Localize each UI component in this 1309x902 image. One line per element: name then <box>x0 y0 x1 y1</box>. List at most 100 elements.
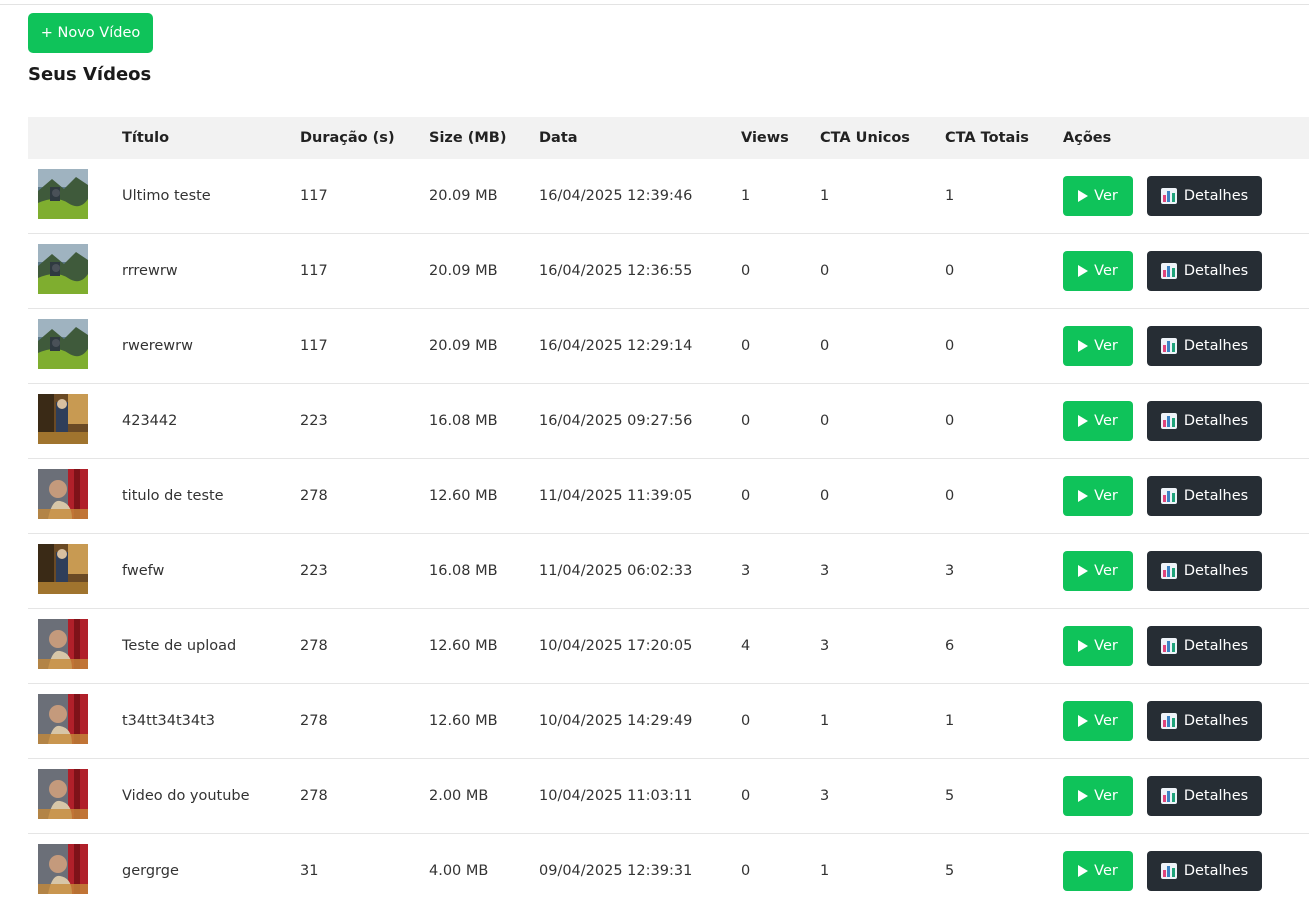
view-button[interactable]: Ver <box>1063 251 1133 291</box>
view-button[interactable]: Ver <box>1063 401 1133 441</box>
video-date: 10/04/2025 14:29:49 <box>539 713 693 729</box>
play-icon <box>1078 565 1089 577</box>
video-cta-total: 0 <box>945 263 955 279</box>
details-button[interactable]: Detalhes <box>1147 626 1262 666</box>
bar-chart-icon <box>1160 413 1177 429</box>
video-duration: 117 <box>300 338 328 354</box>
top-divider <box>0 4 1309 5</box>
view-button[interactable]: Ver <box>1063 851 1133 891</box>
video-views: 0 <box>741 713 751 729</box>
play-icon <box>1078 865 1089 877</box>
details-button-label: Detalhes <box>1183 563 1249 579</box>
details-button[interactable]: Detalhes <box>1147 176 1262 216</box>
video-date: 16/04/2025 12:29:14 <box>539 338 693 354</box>
video-cta-unique: 0 <box>820 338 830 354</box>
bar-chart-icon <box>1160 338 1177 354</box>
video-duration: 278 <box>300 713 328 729</box>
details-button[interactable]: Detalhes <box>1147 476 1262 516</box>
play-icon <box>1078 340 1089 352</box>
video-thumbnail <box>38 169 88 219</box>
video-date: 09/04/2025 12:39:31 <box>539 863 693 879</box>
view-button-label: Ver <box>1094 488 1118 504</box>
view-button[interactable]: Ver <box>1063 176 1133 216</box>
view-button-label: Ver <box>1094 788 1118 804</box>
details-button-label: Detalhes <box>1183 413 1249 429</box>
bar-chart-icon <box>1160 638 1177 654</box>
details-button[interactable]: Detalhes <box>1147 401 1262 441</box>
table-row: titulo de teste 278 12.60 MB 11/04/2025 … <box>28 459 1309 534</box>
video-date: 10/04/2025 17:20:05 <box>539 638 693 654</box>
details-button[interactable]: Detalhes <box>1147 851 1262 891</box>
play-icon <box>1078 265 1089 277</box>
video-views: 0 <box>741 863 751 879</box>
video-cta-total: 0 <box>945 488 955 504</box>
video-size: 12.60 MB <box>429 713 498 729</box>
video-cta-unique: 1 <box>820 713 830 729</box>
video-size: 20.09 MB <box>429 188 498 204</box>
bar-chart-icon <box>1160 488 1177 504</box>
play-icon <box>1078 790 1089 802</box>
video-title: rwerewrw <box>122 338 193 354</box>
video-size: 20.09 MB <box>429 338 498 354</box>
video-views: 0 <box>741 413 751 429</box>
details-button[interactable]: Detalhes <box>1147 776 1262 816</box>
table-row: Ultimo teste 117 20.09 MB 16/04/2025 12:… <box>28 159 1309 234</box>
video-views: 0 <box>741 788 751 804</box>
video-date: 11/04/2025 11:39:05 <box>539 488 693 504</box>
view-button[interactable]: Ver <box>1063 626 1133 666</box>
table-row: fwefw 223 16.08 MB 11/04/2025 06:02:33 3… <box>28 534 1309 609</box>
video-cta-total: 6 <box>945 638 955 654</box>
video-duration: 278 <box>300 488 328 504</box>
video-size: 4.00 MB <box>429 863 489 879</box>
video-cta-total: 5 <box>945 788 955 804</box>
video-date: 16/04/2025 12:39:46 <box>539 188 693 204</box>
table-row: rrrewrw 117 20.09 MB 16/04/2025 12:36:55… <box>28 234 1309 309</box>
video-cta-unique: 3 <box>820 638 830 654</box>
table-row: t34tt34t34t3 278 12.60 MB 10/04/2025 14:… <box>28 684 1309 759</box>
details-button[interactable]: Detalhes <box>1147 251 1262 291</box>
table-row: 423442 223 16.08 MB 16/04/2025 09:27:56 … <box>28 384 1309 459</box>
bar-chart-icon <box>1160 563 1177 579</box>
video-cta-unique: 3 <box>820 788 830 804</box>
video-thumbnail <box>38 394 88 444</box>
col-cta-unique: CTA Unicos <box>820 130 910 146</box>
video-views: 1 <box>741 188 751 204</box>
view-button[interactable]: Ver <box>1063 326 1133 366</box>
video-duration: 117 <box>300 188 328 204</box>
video-cta-total: 0 <box>945 338 955 354</box>
table-row: rwerewrw 117 20.09 MB 16/04/2025 12:29:1… <box>28 309 1309 384</box>
table-row: gergrge 31 4.00 MB 09/04/2025 12:39:31 0… <box>28 834 1309 902</box>
view-button[interactable]: Ver <box>1063 701 1133 741</box>
video-cta-unique: 1 <box>820 863 830 879</box>
video-duration: 278 <box>300 638 328 654</box>
bar-chart-icon <box>1160 713 1177 729</box>
view-button-label: Ver <box>1094 188 1118 204</box>
table-header: Título Duração (s) Size (MB) Data Views … <box>28 117 1309 159</box>
video-title: fwefw <box>122 563 165 579</box>
bar-chart-icon <box>1160 788 1177 804</box>
video-date: 16/04/2025 12:36:55 <box>539 263 693 279</box>
col-title: Título <box>122 130 170 146</box>
bar-chart-icon <box>1160 863 1177 879</box>
video-cta-unique: 1 <box>820 188 830 204</box>
view-button-label: Ver <box>1094 713 1118 729</box>
video-cta-total: 5 <box>945 863 955 879</box>
details-button-label: Detalhes <box>1183 488 1249 504</box>
video-views: 0 <box>741 263 751 279</box>
details-button[interactable]: Detalhes <box>1147 551 1262 591</box>
view-button[interactable]: Ver <box>1063 776 1133 816</box>
video-cta-unique: 0 <box>820 413 830 429</box>
details-button[interactable]: Detalhes <box>1147 326 1262 366</box>
view-button-label: Ver <box>1094 263 1118 279</box>
videos-table: Título Duração (s) Size (MB) Data Views … <box>28 117 1309 902</box>
view-button-label: Ver <box>1094 563 1118 579</box>
view-button[interactable]: Ver <box>1063 476 1133 516</box>
new-video-button[interactable]: + Novo Vídeo <box>28 13 153 53</box>
video-size: 2.00 MB <box>429 788 489 804</box>
play-icon <box>1078 190 1089 202</box>
video-date: 10/04/2025 11:03:11 <box>539 788 693 804</box>
view-button[interactable]: Ver <box>1063 551 1133 591</box>
video-thumbnail <box>38 244 88 294</box>
details-button[interactable]: Detalhes <box>1147 701 1262 741</box>
video-duration: 223 <box>300 413 328 429</box>
